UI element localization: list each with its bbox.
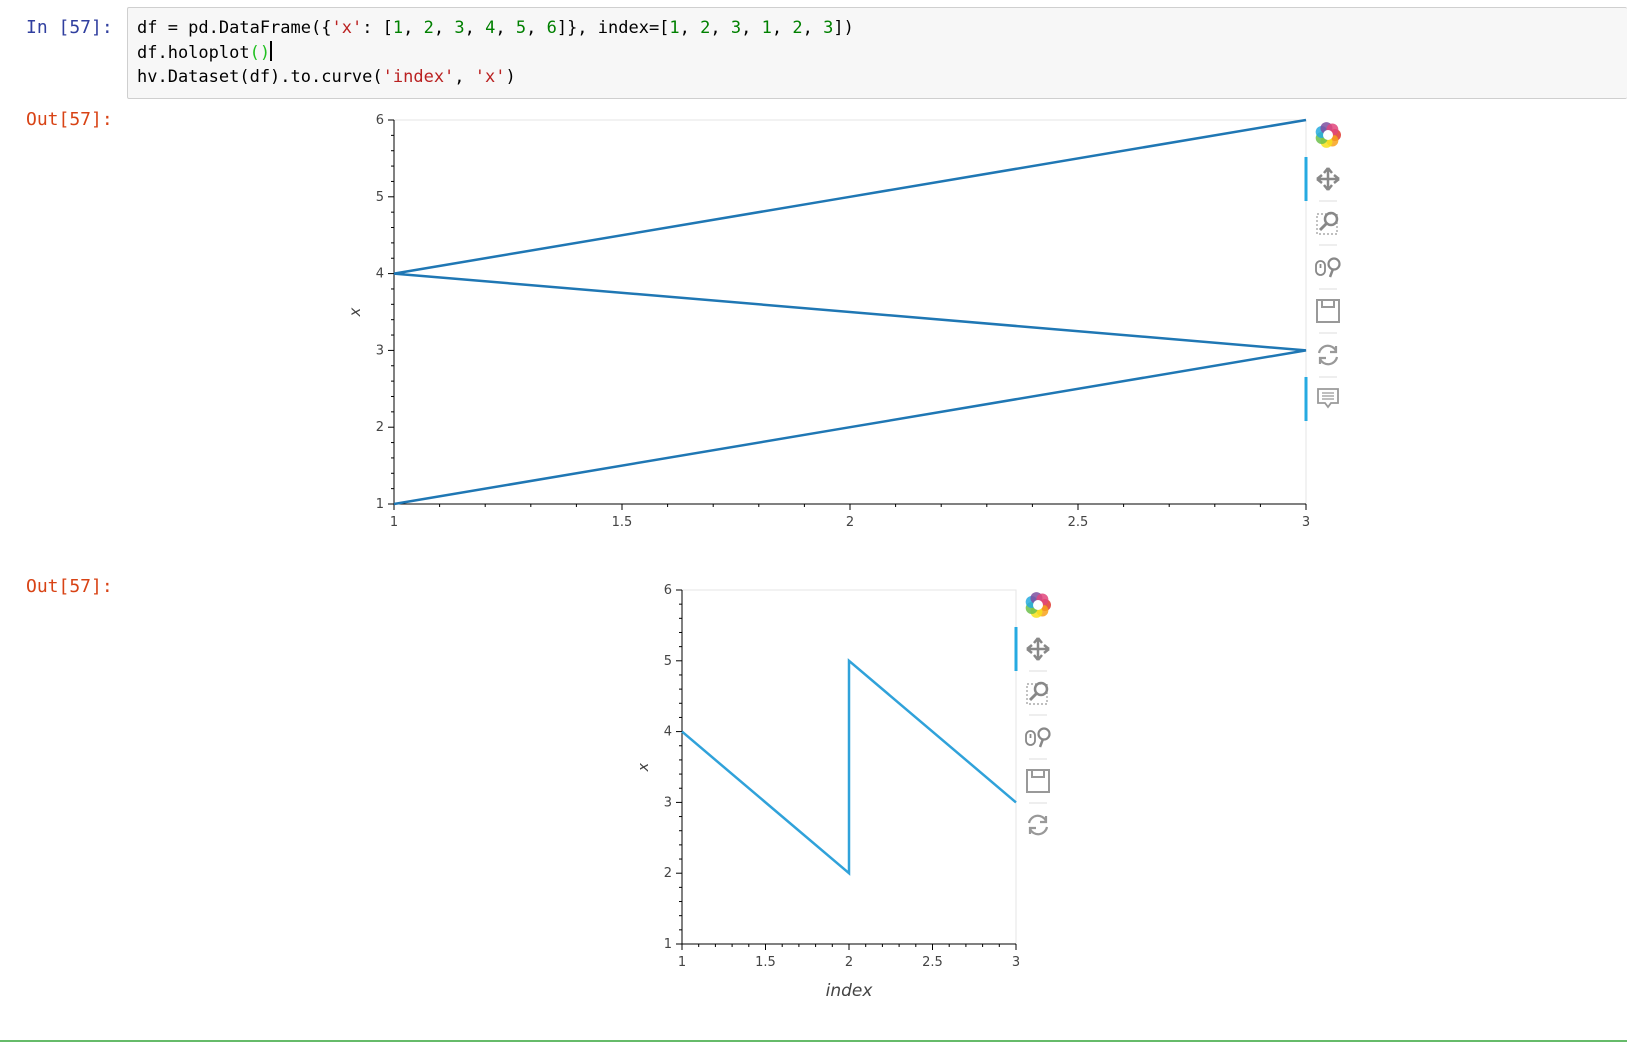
x-tick-label: 1: [678, 955, 686, 970]
y-tick-label: 3: [376, 343, 384, 358]
plot-2[interactable]: 1 2 3 4 5 6 1 1.5 2 2.5 3 x index: [640, 580, 1100, 1020]
x-tick-label: 3: [1012, 955, 1020, 970]
y-tick-label: 5: [376, 190, 384, 205]
box-zoom-icon[interactable]: [1026, 681, 1049, 705]
y-tick-label: 4: [664, 725, 672, 740]
box-zoom-icon[interactable]: [1316, 211, 1339, 235]
x-tick-label: 2.5: [922, 955, 943, 970]
reset-icon[interactable]: [1317, 344, 1339, 366]
x-tick-label: 2: [846, 515, 854, 530]
x-tick-label: 2: [845, 955, 853, 970]
y-tick-label: 2: [664, 866, 672, 881]
y-tick-label: 4: [376, 267, 384, 282]
input-prompt: In [57]:: [26, 17, 113, 38]
y-tick-label: 5: [664, 654, 672, 669]
y-axis-label: x: [640, 762, 652, 772]
reset-icon[interactable]: [1027, 814, 1049, 836]
bokeh-logo-icon: [1025, 592, 1051, 618]
code-line-2: df.holoplot(): [137, 40, 273, 63]
x-tick-label: 2.5: [1068, 515, 1089, 530]
output-prompt-1: Out[57]:: [26, 109, 113, 130]
y-tick-label: 1: [376, 497, 384, 512]
hover-icon[interactable]: [1317, 388, 1339, 409]
code-line-1: df = pd.DataFrame({'x': [1, 2, 3, 4, 5, …: [137, 18, 854, 38]
code-line-3: hv.Dataset(df).to.curve('index', 'x'): [137, 67, 516, 87]
pan-icon[interactable]: [1026, 637, 1050, 661]
y-tick-label: 2: [376, 420, 384, 435]
code-cell[interactable]: df = pd.DataFrame({'x': [1, 2, 3, 4, 5, …: [127, 7, 1627, 99]
wheel-zoom-icon[interactable]: [1025, 727, 1051, 748]
x-tick-label: 1.5: [612, 515, 633, 530]
cell-divider: [0, 1040, 1627, 1042]
y-tick-label: 6: [664, 583, 672, 598]
text-cursor: [270, 40, 273, 61]
plot-1[interactable]: 1 2 3 4 5 6 1 1.5 2 2.5 3 x: [340, 110, 1400, 560]
output-prompt-2: Out[57]:: [26, 576, 113, 597]
y-axis-label: x: [346, 307, 364, 317]
x-tick-label: 1.5: [755, 955, 776, 970]
y-tick-label: 1: [664, 937, 672, 952]
x-tick-label: 3: [1302, 515, 1310, 530]
pan-icon[interactable]: [1316, 167, 1340, 191]
wheel-zoom-icon[interactable]: [1315, 257, 1341, 278]
bokeh-logo-icon: [1315, 122, 1341, 148]
x-tick-label: 1: [390, 515, 398, 530]
save-icon[interactable]: [1026, 769, 1050, 793]
x-axis-label: index: [826, 981, 874, 1001]
save-icon[interactable]: [1316, 299, 1340, 323]
y-tick-label: 6: [376, 113, 384, 128]
y-tick-label: 3: [664, 795, 672, 810]
